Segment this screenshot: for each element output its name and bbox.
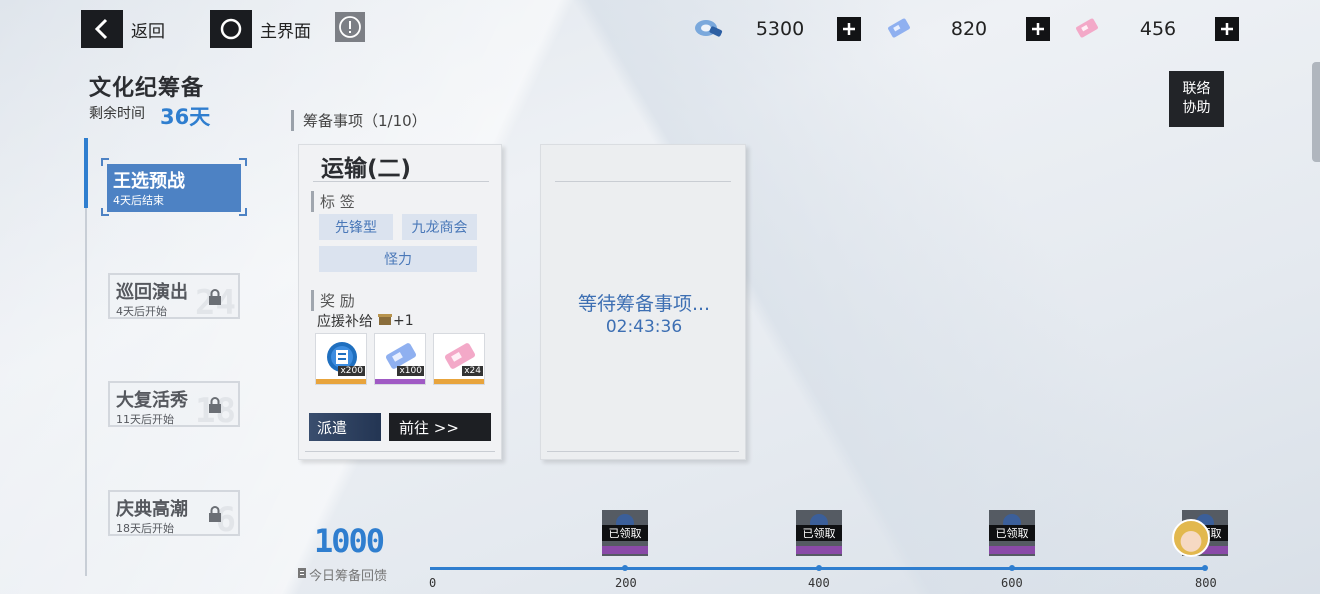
progress-dot [816,565,822,571]
rewards-header: 奖 励 [311,290,355,311]
tag-chip: 怪力 [319,246,477,272]
card-divider [313,181,489,182]
character-avatar [1172,519,1210,557]
reward-count: x24 [462,366,483,376]
resource-value-3: 456 [1139,18,1177,40]
supply-box-icon [377,312,393,330]
tag-chip: 先锋型 [319,214,393,240]
assist-button[interactable]: 联络 协助 [1169,71,1224,127]
remaining-time-label: 剩余时间 [89,106,145,122]
stage-name: 庆典高潮 [116,499,188,520]
pink-supply-ticket-icon [1072,14,1102,48]
dispatch-button[interactable]: 派遣 [309,413,381,441]
add-resource-1-button[interactable] [837,17,861,41]
supply-reward: 应援补给 +1 [317,311,414,331]
stage-name: 大复活秀 [116,390,188,411]
blue-supply-ticket-icon [884,14,914,48]
milestone-reward-200[interactable]: 已领取 [602,510,648,556]
task-section-header: 筹备事项（1/10） [291,110,427,131]
rarity-strip [796,546,842,554]
milestone-reward-600[interactable]: 已领取 [989,510,1035,556]
daily-progress-label-row: 今日筹备回馈 [297,565,387,584]
rarity-strip [316,379,366,384]
daily-progress-label: 今日筹备回馈 [309,569,388,584]
reward-count: x200 [338,366,365,376]
claimed-badge: 已领取 [796,525,842,541]
stage-item-2[interactable]: 24 巡回演出 4天后开始 [108,273,240,319]
reward-count: x100 [397,366,424,376]
goto-button[interactable]: 前往 >> [389,413,491,441]
remaining-time-value: 36天 [160,105,211,129]
progress-tick: 400 [808,576,830,590]
rarity-strip [989,546,1035,554]
milestone-reward-400[interactable]: 已领取 [796,510,842,556]
card-divider [555,181,731,182]
lock-icon [208,506,222,526]
add-resource-3-button[interactable] [1215,17,1239,41]
resource-bar: 5300 820 456 [0,14,1320,44]
reward-item-3[interactable]: x24 [433,333,485,385]
rarity-strip [375,379,425,384]
stage-item-1[interactable]: 王选预战 4天后结束 [107,164,241,212]
stage-name: 王选预战 [113,171,185,192]
waiting-timer: 02:43:36 [605,317,683,337]
tags-header: 标 签 [311,191,355,212]
task-card[interactable]: 运输(二) 标 签 先锋型 九龙商会 怪力 奖 励 应援补给 +1 x200 x… [298,144,502,460]
card-divider [547,451,739,452]
progress-tick: 600 [1001,576,1023,590]
document-icon [297,567,307,583]
assist-label-line2: 协助 [1182,100,1211,116]
add-resource-2-button[interactable] [1026,17,1050,41]
claimed-badge: 已领取 [602,525,648,541]
waiting-task-card: 等待筹备事项... 02:43:36 [540,144,746,460]
resource-value-1: 5300 [755,18,805,40]
daily-progress-value: 1000 [314,522,385,560]
stage-status: 4天后开始 [116,305,167,318]
stage-item-3[interactable]: 18 大复活秀 11天后开始 [108,381,240,427]
event-title: 文化纪筹备 [89,76,205,101]
lock-icon [208,397,222,417]
rarity-strip [434,379,484,384]
progress-dot [1202,565,1208,571]
supply-count: +1 [393,313,414,329]
progress-tick: 0 [429,576,437,590]
stage-item-4[interactable]: 6 庆典高潮 18天后开始 [108,490,240,536]
lock-icon [208,289,222,309]
stage-name: 巡回演出 [116,282,188,303]
progress-tick: 800 [1195,576,1217,590]
progress-dot [622,565,628,571]
reward-item-2[interactable]: x100 [374,333,426,385]
progress-dot [1009,565,1015,571]
supply-label: 应援补给 [317,314,373,330]
card-divider [305,451,495,452]
rarity-strip [602,546,648,554]
claimed-badge: 已领取 [989,525,1035,541]
blue-gear-token-icon [692,14,724,48]
tag-chip: 九龙商会 [402,214,477,240]
task-title: 运输(二) [321,156,412,182]
side-scroll-handle[interactable] [1312,62,1320,162]
stage-status: 11天后开始 [116,413,174,426]
stage-timeline-active [84,138,88,208]
waiting-text: 等待筹备事项... [577,293,711,315]
reward-item-1[interactable]: x200 [315,333,367,385]
resource-value-2: 820 [950,18,988,40]
assist-label-line1: 联络 [1182,81,1211,97]
progress-tick: 200 [615,576,637,590]
stage-status: 4天后结束 [113,194,164,207]
stage-status: 18天后开始 [116,522,174,535]
